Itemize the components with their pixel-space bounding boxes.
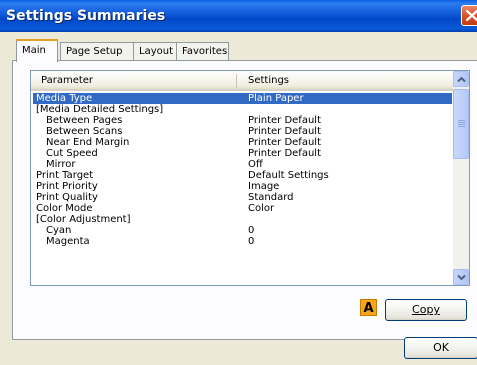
settings-list[interactable]: Parameter Settings Media Type Plain Pape… [30,70,470,286]
row-parameter: Print Target [36,170,94,181]
row-parameter: [Media Detailed Settings] [36,104,164,115]
table-row[interactable]: Color Mode Color [33,203,452,214]
row-parameter: Media Type [36,93,93,104]
ok-button-label: OK [433,341,449,354]
scroll-thumb[interactable] [453,89,469,159]
copy-button-label: Copy [412,303,440,316]
row-setting: Printer Default [248,126,321,137]
tab-main[interactable]: Main [16,39,58,62]
tab-label: Page Setup [66,46,123,57]
table-row[interactable]: Between Pages Printer Default [33,115,452,126]
table-row[interactable]: Between Scans Printer Default [33,126,452,137]
chevron-down-icon [457,274,466,281]
tab-label: Main [22,45,46,56]
table-row[interactable]: Media Type Plain Paper [33,93,452,104]
column-divider[interactable] [236,74,237,88]
row-parameter: Magenta [46,236,90,247]
tab-layout[interactable]: Layout [133,42,177,60]
row-parameter: Cut Speed [46,148,98,159]
scroll-down-button[interactable] [453,269,469,285]
table-row[interactable]: Cut Speed Printer Default [33,148,452,159]
row-setting: Default Settings [248,170,329,181]
row-setting: Plain Paper [248,93,304,104]
row-setting: 0 [248,225,255,236]
column-header-parameter[interactable]: Parameter [41,75,93,86]
row-setting: Image [248,181,280,192]
scroll-up-button[interactable] [453,71,469,87]
row-setting: Printer Default [248,137,321,148]
row-setting: Standard [248,192,294,203]
table-row[interactable]: Print Priority Image [33,181,452,192]
table-row[interactable]: Cyan 0 [33,225,452,236]
row-setting: Printer Default [248,115,321,126]
list-header: Parameter Settings [31,71,453,91]
row-parameter: [Color Adjustment] [36,214,131,225]
row-parameter: Color Mode [36,203,93,214]
tab-page-setup[interactable]: Page Setup [60,42,134,60]
vertical-scrollbar[interactable] [453,71,469,285]
table-row[interactable]: Magenta 0 [33,236,452,247]
column-header-settings[interactable]: Settings [248,75,289,86]
window-title: Settings Summaries [6,8,166,24]
close-icon [465,9,477,22]
row-parameter: Mirror [46,159,76,170]
table-row[interactable]: Print Quality Standard [33,192,452,203]
row-setting: Off [248,159,263,170]
table-row[interactable]: Mirror Off [33,159,452,170]
row-parameter: Between Pages [46,115,123,126]
row-setting: Color [248,203,275,214]
copy-shortcut-badge: A [360,299,377,316]
row-setting: Printer Default [248,148,321,159]
row-parameter: Between Scans [46,126,123,137]
row-setting: 0 [248,236,255,247]
close-button[interactable] [461,5,477,26]
table-row[interactable]: [Color Adjustment] [33,214,452,225]
row-parameter: Print Priority [36,181,98,192]
tab-favorites[interactable]: Favorites [176,42,229,60]
tab-label: Favorites [182,46,228,57]
chevron-up-icon [457,76,466,83]
row-parameter: Print Quality [36,192,98,203]
ok-button[interactable]: OK [404,337,477,359]
table-row[interactable]: Near End Margin Printer Default [33,137,452,148]
title-bar[interactable]: Settings Summaries [0,0,477,32]
table-row[interactable]: [Media Detailed Settings] [33,104,452,115]
copy-button[interactable]: Copy [385,299,467,321]
row-parameter: Cyan [46,225,72,236]
table-row[interactable]: Print Target Default Settings [33,170,452,181]
tab-label: Layout [139,46,173,57]
row-parameter: Near End Margin [46,137,130,148]
